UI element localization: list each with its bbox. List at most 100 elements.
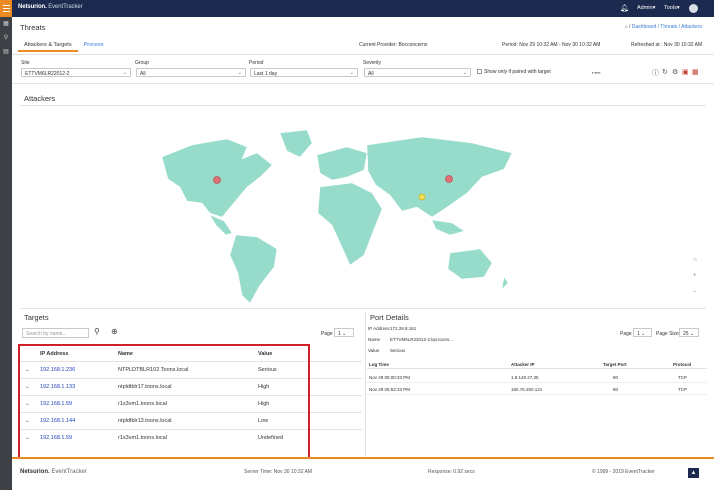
footer-brand-logo: Netsurion. EventTracker <box>20 469 87 475</box>
map-africa <box>317 182 383 266</box>
table-row[interactable]: Nov 29 06:00:33 PM 1.9.148.27.35 80 TCP <box>367 371 707 383</box>
divider <box>12 83 714 84</box>
row-log-time: Nov 29 06:00:33 PM <box>369 375 411 380</box>
row-protocol: TCP <box>678 387 687 392</box>
severity-label: Severity <box>363 60 382 66</box>
map-greenland <box>279 129 313 158</box>
row-attacker-ip: 1.9.148.27.35 <box>511 375 539 380</box>
divider <box>365 312 366 467</box>
breadcrumb: ⌂ / Dashboard / Threats / Attackers <box>624 24 702 30</box>
group-label: Group <box>135 60 149 66</box>
paired-checkbox[interactable] <box>477 69 482 74</box>
map-home-icon[interactable]: ⌂ <box>693 257 697 263</box>
tab-process[interactable]: Process <box>78 39 110 52</box>
home-icon[interactable]: ⌂ <box>625 24 628 30</box>
period-label: Period <box>249 60 264 66</box>
col-target-port: Target Port <box>603 362 627 367</box>
server-time: Server Time: Nov 30 10:32 AM <box>244 469 313 475</box>
top-bar: Netsurion. EventTracker 🔔︎ Admin▾ Tools▾ <box>0 0 714 17</box>
world-map[interactable] <box>132 125 532 310</box>
pd-name-label: Name <box>368 337 381 342</box>
col-log-time: Log Time <box>369 362 389 367</box>
col-protocol: Protocol <box>673 362 692 367</box>
map-south-america <box>229 234 278 304</box>
refreshed-at: Refreshed at : Nov 30 10:32 AM <box>631 42 703 48</box>
chevron-down-icon: ⌄ <box>122 70 127 76</box>
table-row[interactable]: Nov 29 05:52:33 PM 180.76.250.121 80 TCP <box>367 383 707 395</box>
admin-menu[interactable]: Admin▾ <box>637 5 655 11</box>
pdf-export-icon[interactable]: ▣ <box>682 68 689 76</box>
map-new-zealand <box>501 276 509 290</box>
chevron-down-icon: ⌄ <box>349 70 354 76</box>
group-select[interactable]: All ⌄ <box>136 68 246 77</box>
tab-attackers-targets[interactable]: Attackers & Targets <box>18 39 78 52</box>
target-marker-india <box>418 193 426 201</box>
copyright: © 1999 - 2019 EventTracker <box>592 469 655 475</box>
paired-checkbox-label: Show only if paired with target <box>484 69 551 75</box>
chevron-down-icon: ⌄ <box>462 70 467 76</box>
period-range: Period: Nov 29 10:32 AM - Nov 30 10:32 A… <box>502 42 601 48</box>
footer: Netsurion. EventTracker Server Time: Nov… <box>12 457 714 490</box>
map-southeast-asia <box>431 219 465 236</box>
excel-export-icon[interactable]: ▦ <box>692 68 699 76</box>
reports-icon[interactable]: ▤ <box>0 45 12 59</box>
map-europe <box>316 146 368 181</box>
dashboard-icon[interactable]: ▦ <box>0 17 12 31</box>
settings-icon[interactable]: ⚙ <box>672 68 678 76</box>
carousel-dots[interactable]: ▪▫▪▪▪▪ <box>592 70 601 75</box>
info-icon[interactable]: ⓘ <box>652 68 659 78</box>
pd-pagesize-label: Page Size <box>656 331 679 337</box>
main-content: Threats ⌂ / Dashboard / Threats / Attack… <box>12 17 714 490</box>
tab-bar: Attackers & Targets Process <box>18 39 109 52</box>
attacker-marker-usa <box>213 176 221 184</box>
search-icon[interactable]: ⚲ <box>94 327 100 336</box>
chevron-down-icon: ⌄ <box>237 70 242 76</box>
divider <box>20 105 706 106</box>
site-select[interactable]: ETTVM6LR22012-2 ⌄ <box>21 68 131 77</box>
row-attacker-ip: 180.76.250.121 <box>511 387 543 392</box>
current-provider: Current Provider: Bocconcerns <box>359 42 428 48</box>
pd-ip-label: IP Address <box>368 326 390 331</box>
attackers-title: Attackers <box>24 94 56 103</box>
pd-pagesize-select[interactable]: 25 ⌄ <box>679 328 699 337</box>
pd-value-value: Serious <box>390 348 406 353</box>
tools-menu[interactable]: Tools▾ <box>664 5 680 11</box>
targets-page-select[interactable]: 1 ⌄ <box>334 328 354 337</box>
divider <box>20 308 706 309</box>
row-log-time: Nov 29 05:52:33 PM <box>369 387 411 392</box>
pd-ip-value: 172.28.8.161 <box>390 326 417 331</box>
site-label: Site <box>21 60 30 66</box>
zoom-search-icon[interactable]: ⊕ <box>111 327 118 336</box>
map-central-america <box>209 214 233 236</box>
brand-logo: Netsurion. EventTracker <box>18 4 83 10</box>
targets-page-label: Page <box>321 331 333 337</box>
attacker-marker-china <box>445 175 453 183</box>
pd-name-value: ETTVM6LR22012-2.kpi.toons... <box>390 337 454 342</box>
col-attacker-ip: Attacker IP <box>511 362 535 367</box>
zoom-in-icon[interactable]: + <box>693 273 697 279</box>
bell-icon[interactable]: 🔔︎ <box>620 4 629 12</box>
row-target-port: 80 <box>613 375 619 380</box>
port-details-title: Port Details <box>370 313 409 322</box>
severity-select[interactable]: All ⌄ <box>364 68 471 77</box>
map-australia <box>447 248 493 280</box>
page-title: Threats <box>20 23 46 32</box>
period-select[interactable]: Last 1 day ⌄ <box>250 68 358 77</box>
port-table-header: Log Time Attacker IP Target Port Protoco… <box>367 359 707 369</box>
target-search-input[interactable]: Search by name... <box>22 328 89 338</box>
scroll-top-button[interactable]: ▲ <box>688 468 699 478</box>
divider <box>12 54 714 55</box>
user-avatar-icon[interactable] <box>689 4 698 13</box>
row-target-port: 80 <box>613 387 619 392</box>
response-time: Response: 0.92 secs <box>428 469 475 475</box>
search-icon[interactable]: ⚲ <box>0 31 12 45</box>
map-asia <box>366 136 513 218</box>
pd-page-label: Page <box>620 331 632 337</box>
hamburger-menu-icon[interactable] <box>0 0 12 17</box>
sidebar: ▦ ⚲ ▤ <box>0 17 12 490</box>
targets-title: Targets <box>24 313 49 322</box>
zoom-out-icon[interactable]: − <box>693 289 697 295</box>
refresh-icon[interactable]: ↻ <box>662 68 668 76</box>
pd-page-select[interactable]: 1 ⌄ <box>633 328 652 337</box>
selection-highlight-box <box>18 344 310 467</box>
